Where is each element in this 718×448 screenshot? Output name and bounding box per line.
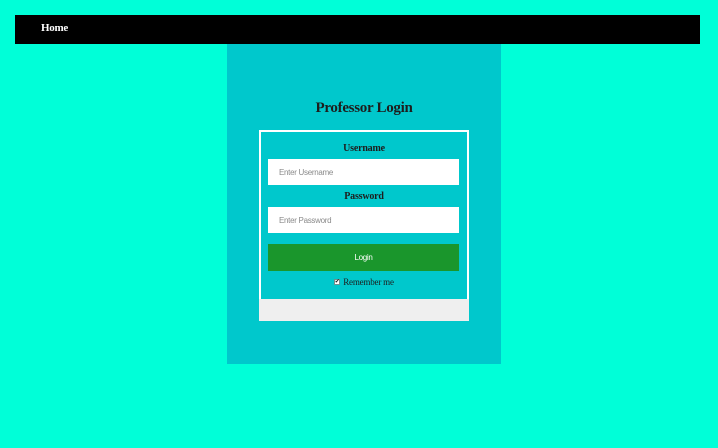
username-input[interactable] (268, 159, 459, 185)
remember-me-checkbox[interactable]: ✔ (334, 279, 341, 285)
login-panel: Professor Login Username Password Login … (227, 44, 501, 364)
top-navbar: Home (15, 15, 700, 44)
login-button[interactable]: Login (268, 244, 459, 271)
nav-home-link[interactable]: Home (41, 22, 68, 34)
password-input[interactable] (268, 207, 459, 233)
remember-me-row: ✔ Remember me (261, 277, 467, 287)
remember-me-label: Remember me (343, 277, 394, 287)
username-label: Username (343, 143, 385, 154)
form-footer (259, 299, 469, 321)
page-title: Professor Login (315, 100, 413, 116)
login-form: Username Password Login ✔ Remember me (259, 130, 469, 301)
password-label: Password (344, 191, 384, 202)
